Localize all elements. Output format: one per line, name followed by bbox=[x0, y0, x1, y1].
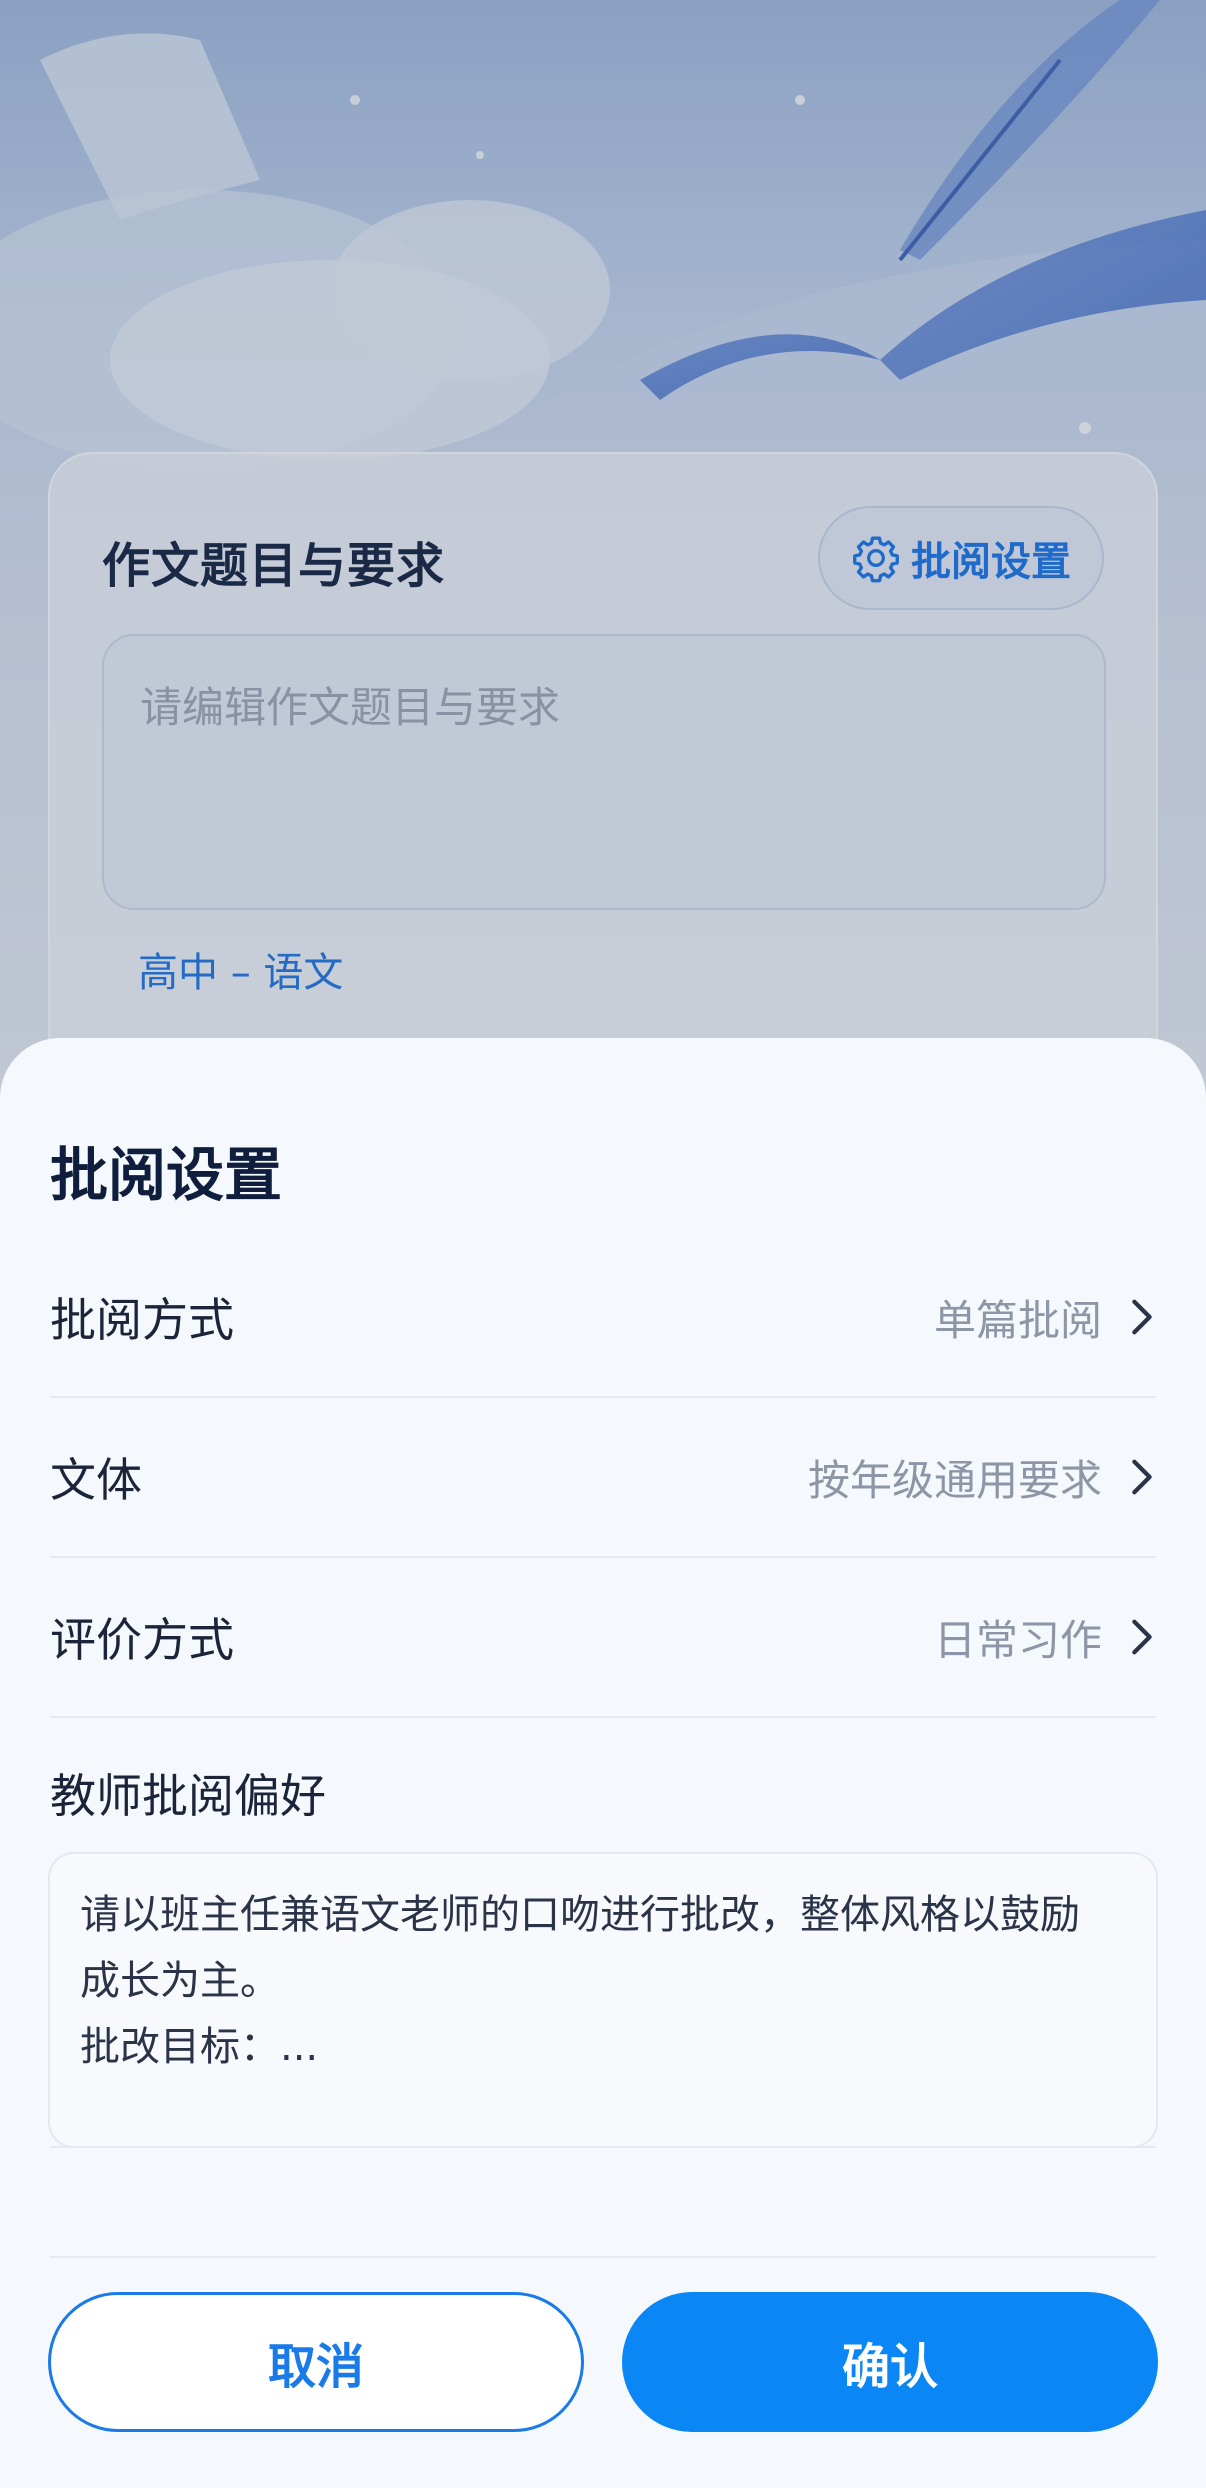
row-value: 单篇批阅 bbox=[933, 1295, 1102, 1345]
row-genre[interactable]: 文体 按年级通用要求 bbox=[50, 1398, 1156, 1558]
chevron-right-icon bbox=[1132, 1459, 1152, 1495]
row-label: 文体 bbox=[50, 1453, 142, 1507]
confirm-button[interactable]: 确认 bbox=[622, 2292, 1158, 2432]
row-grading-method[interactable]: 批阅方式 单篇批阅 bbox=[50, 1238, 1156, 1398]
teacher-preference-label: 教师批阅偏好 bbox=[50, 1769, 326, 1823]
row-label: 批阅方式 bbox=[50, 1293, 234, 1347]
chevron-right-icon bbox=[1132, 1299, 1152, 1335]
row-value: 日常习作 bbox=[933, 1615, 1102, 1665]
divider bbox=[50, 2146, 1156, 2148]
teacher-preference-textarea[interactable]: 请以班主任兼语文老师的口吻进行批改，整体风格以鼓励 成长为主。 批改目标：... bbox=[48, 1852, 1158, 2148]
row-label: 评价方式 bbox=[50, 1613, 234, 1667]
row-evaluation-method[interactable]: 评价方式 日常习作 bbox=[50, 1558, 1156, 1718]
chevron-right-icon bbox=[1132, 1619, 1152, 1655]
sheet-title: 批阅设置 bbox=[50, 1141, 283, 1209]
row-value: 按年级通用要求 bbox=[807, 1455, 1102, 1505]
divider bbox=[50, 2256, 1156, 2258]
cancel-button[interactable]: 取消 bbox=[48, 2292, 584, 2432]
grading-settings-sheet: 批阅设置 批阅方式 单篇批阅 文体 按年级通用要求 评价方式 日常习作 教师批阅… bbox=[0, 1038, 1206, 2488]
